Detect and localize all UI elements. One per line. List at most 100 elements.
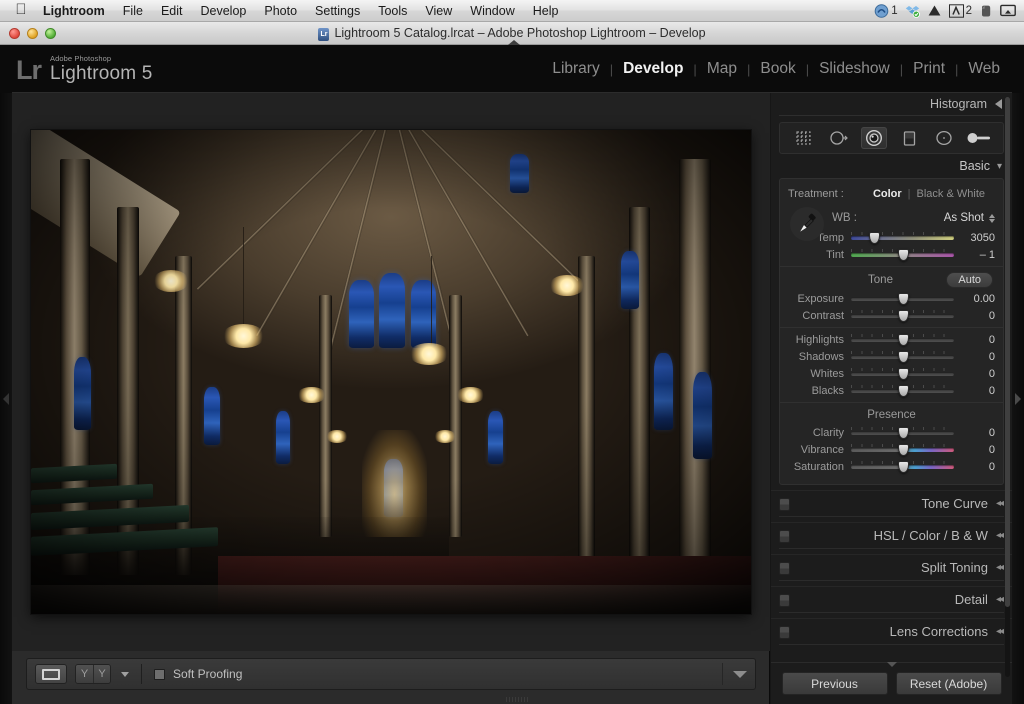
zoom-button[interactable] [45,28,56,39]
menu-file[interactable]: File [114,0,152,22]
loupe-view-button[interactable] [35,664,67,684]
top-panel-collapse-arrow[interactable] [508,40,520,45]
slider-row-clarity[interactable]: Clarity 0 [780,424,1003,441]
vibrance-value[interactable]: 0 [961,444,995,456]
spot-removal-tool[interactable] [826,127,852,149]
dropbox-tray-item[interactable] [905,0,920,22]
creative-cloud-tray-item[interactable]: 1 [874,0,898,22]
evernote-tray-item[interactable] [979,0,993,22]
clarity-slider-knob[interactable] [897,426,909,439]
apple-logo-icon[interactable]:  [8,2,34,17]
wb-stepper-icon[interactable] [989,213,995,223]
red-eye-correction-tool[interactable] [860,127,887,149]
treatment-option-black-and-white[interactable]: Black & White [917,188,985,200]
adobe-tray-item[interactable]: 2 [948,0,972,22]
temp-slider-knob[interactable] [868,231,880,244]
app-logo[interactable]: Lr Adobe Photoshop Lightroom 5 [16,55,153,84]
scrollbar-thumb[interactable] [1005,97,1010,607]
adjustment-brush-tool[interactable] [966,127,992,149]
shadows-value[interactable]: 0 [961,351,995,363]
slider-row-blacks[interactable]: Blacks 0 [780,382,1003,399]
slider-row-tint[interactable]: Tint – 1 [780,246,1003,263]
menu-lightroom[interactable]: Lightroom [34,0,114,22]
lens-corrections-enable-switch[interactable] [779,626,790,639]
left-panel-collapse-strip[interactable] [0,93,12,704]
slider-row-shadows[interactable]: Shadows 0 [780,348,1003,365]
module-tab-library[interactable]: Library [542,60,609,78]
chevron-down-icon[interactable] [121,671,129,677]
reset-button[interactable]: Reset (Adobe) [895,672,1002,695]
module-tab-map[interactable]: Map [697,60,747,78]
whites-value[interactable]: 0 [961,368,995,380]
before-after-button[interactable]: Y Y [75,664,111,684]
clarity-value[interactable]: 0 [961,427,995,439]
module-tab-print[interactable]: Print [903,60,955,78]
radial-filter-tool[interactable] [931,127,957,149]
shadows-slider-track[interactable] [851,350,954,363]
hsl-enable-switch[interactable] [779,530,790,543]
slider-row-contrast[interactable]: Contrast 0 [780,307,1003,324]
wb-value-wrap[interactable]: As Shot [944,212,995,224]
auto-tone-button[interactable]: Auto [946,272,993,288]
right-panel-collapse-strip[interactable] [1012,93,1024,704]
menu-window[interactable]: Window [461,0,523,22]
module-tab-web[interactable]: Web [958,60,1010,78]
menu-photo[interactable]: Photo [255,0,306,22]
blacks-slider-track[interactable] [851,384,954,397]
menu-tools[interactable]: Tools [369,0,416,22]
toolbar-chevron-down-icon[interactable] [733,670,747,678]
split-toning-enable-switch[interactable] [779,562,790,575]
blacks-value[interactable]: 0 [961,385,995,397]
slider-row-exposure[interactable]: Exposure 0.00 [780,290,1003,307]
module-tab-book[interactable]: Book [750,60,805,78]
shadows-slider-knob[interactable] [897,350,909,363]
panel-disclosure-icon[interactable]: ◂◂ [996,594,1004,605]
tint-slider-track[interactable] [851,248,954,261]
airplay-tray-item[interactable] [1000,0,1016,22]
google-drive-tray-item[interactable] [927,0,942,22]
panel-header-tone-curve[interactable]: Tone Curve ◂◂ [771,490,1012,516]
panel-header-detail[interactable]: Detail ◂◂ [771,586,1012,612]
slider-row-highlights[interactable]: Highlights 0 [780,331,1003,348]
slider-row-whites[interactable]: Whites 0 [780,365,1003,382]
previous-button[interactable]: Previous [781,672,888,695]
slider-row-vibrance[interactable]: Vibrance 0 [780,441,1003,458]
exposure-value[interactable]: 0.00 [961,293,995,305]
panel-disclosure-icon[interactable]: ◂◂ [996,530,1004,541]
contrast-slider-track[interactable] [851,309,954,322]
vibrance-slider-track[interactable] [851,443,954,456]
photo-preview[interactable] [31,130,751,614]
exposure-slider-track[interactable] [851,292,954,305]
menu-view[interactable]: View [416,0,461,22]
tone-curve-enable-switch[interactable] [779,498,790,511]
saturation-slider-track[interactable] [851,460,954,473]
panel-disclosure-icon[interactable]: ▾ [997,161,1002,172]
highlights-slider-track[interactable] [851,333,954,346]
menu-edit[interactable]: Edit [152,0,192,22]
menu-settings[interactable]: Settings [306,0,369,22]
temp-slider-track[interactable] [851,231,954,244]
panel-disclosure-icon[interactable]: ◂◂ [996,498,1004,509]
filmstrip-resize-grip[interactable] [506,697,528,702]
tint-value[interactable]: – 1 [961,249,995,261]
clarity-slider-track[interactable] [851,426,954,439]
minimize-button[interactable] [27,28,38,39]
panel-collapse-caret-icon[interactable] [887,662,897,667]
photo-stage[interactable] [12,93,770,651]
menu-develop[interactable]: Develop [192,0,256,22]
close-button[interactable] [9,28,20,39]
slider-row-saturation[interactable]: Saturation 0 [780,458,1003,475]
soft-proofing-checkbox[interactable] [154,668,165,680]
graduated-filter-tool[interactable] [896,127,922,149]
white-balance-selector-icon[interactable] [790,207,824,241]
treatment-option-color[interactable]: Color [873,188,902,200]
contrast-value[interactable]: 0 [961,310,995,322]
contrast-slider-knob[interactable] [897,309,909,322]
panel-header-lens-corrections[interactable]: Lens Corrections ◂◂ [771,618,1012,644]
blacks-slider-knob[interactable] [897,384,909,397]
crop-overlay-tool[interactable] [791,127,817,149]
panel-header-split-toning[interactable]: Split Toning ◂◂ [771,554,1012,580]
panel-disclosure-icon[interactable]: ◂◂ [996,562,1004,573]
highlights-value[interactable]: 0 [961,334,995,346]
saturation-slider-knob[interactable] [897,460,909,473]
